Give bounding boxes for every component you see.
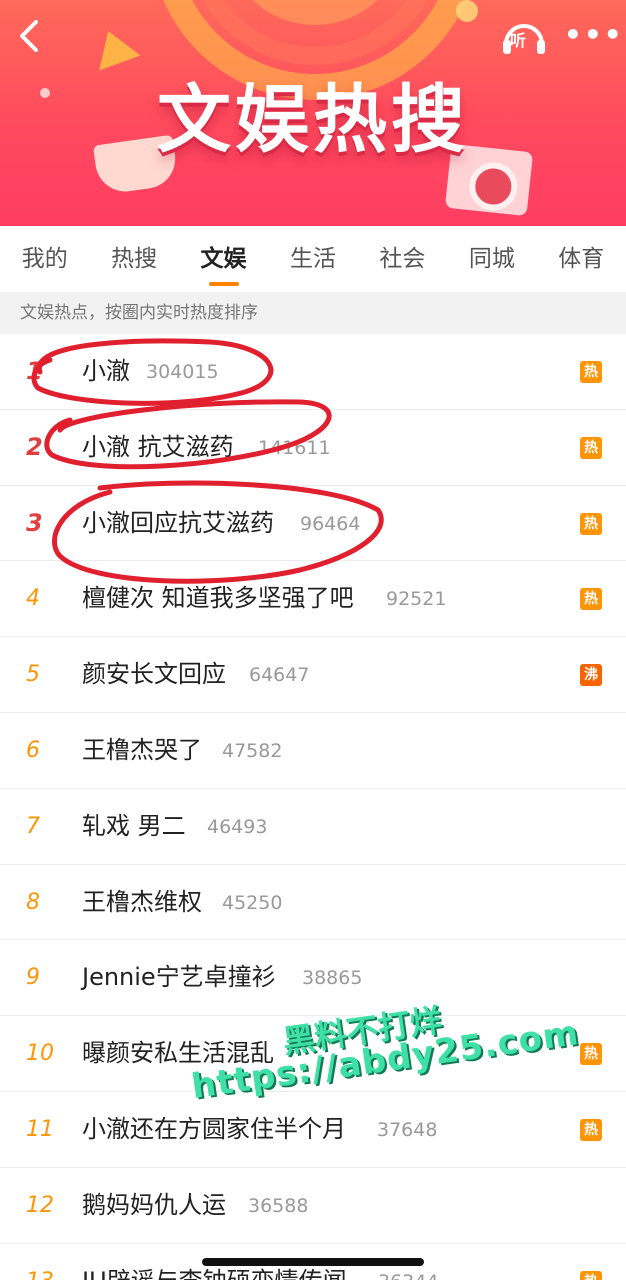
rank-number: 12 (26, 1192, 54, 1218)
tab-mine[interactable]: 我的 (0, 226, 89, 292)
topic-title: 小澈回应抗艾滋药 (82, 508, 274, 537)
list-item[interactable]: 3 小澈回应抗艾滋药 96464 热 (0, 486, 626, 562)
listen-label: 听 (510, 31, 527, 50)
list-item[interactable]: 5 颜安长文回应 64647 沸 (0, 637, 626, 713)
rank-number: 10 (26, 1041, 54, 1067)
list-item[interactable]: 7 轧戏 男二 46493 (0, 789, 626, 865)
heat-count: 64647 (249, 664, 310, 687)
tab-entertainment[interactable]: 文娱 (179, 226, 268, 292)
list-item[interactable]: 8 王橹杰维权 45250 (0, 865, 626, 941)
back-arrow-icon (20, 20, 38, 52)
heat-count: 96464 (300, 512, 361, 535)
listen-button[interactable]: 听 (500, 14, 548, 60)
topic-title: 小澈 (82, 357, 130, 385)
rank-number: 6 (26, 737, 40, 763)
heat-count: 38865 (302, 967, 363, 990)
list-item[interactable]: 1 小澈 304015 热 (0, 334, 626, 410)
heat-count: 47582 (222, 739, 283, 762)
list-item[interactable]: 12 鹅妈妈仇人运 36588 (0, 1168, 626, 1244)
topic-title: 小澈 抗艾滋药 (82, 432, 234, 461)
rank-number: 13 (26, 1244, 66, 1280)
hot-badge: 热 (580, 1270, 602, 1280)
tab-local[interactable]: 同城 (447, 226, 536, 292)
rank-number: 8 (26, 889, 40, 915)
rank-number: 3 (26, 508, 43, 537)
hot-badge: 热 (580, 436, 602, 459)
topic-title: Jennie宁艺卓撞衫 (82, 963, 276, 992)
rank-number: 7 (26, 813, 40, 839)
heat-count: 46493 (207, 815, 268, 838)
hot-badge: 热 (580, 512, 602, 535)
tab-society[interactable]: 社会 (358, 226, 447, 292)
hot-search-list: 1 小澈 304015 热 2 小澈 抗艾滋药 141611 热 3 小澈回应抗… (0, 334, 626, 1280)
tab-hot-search[interactable]: 热搜 (89, 226, 178, 292)
heat-count: 304015 (146, 361, 219, 383)
home-indicator[interactable] (202, 1258, 424, 1266)
rank-number: 11 (26, 1116, 54, 1142)
section-subtitle: 文娱热点，按圈内实时热度排序 (0, 292, 626, 334)
category-tabs: 我的 热搜 文娱 生活 社会 同城 体育 (0, 226, 626, 292)
active-tab-indicator (208, 282, 239, 286)
list-item[interactable]: 11 小澈还在方圆家住半个月 37648 热 (0, 1092, 626, 1168)
hot-badge: 热 (580, 1043, 602, 1066)
tab-label: 社会 (379, 246, 426, 272)
tab-label: 同城 (468, 246, 515, 272)
tab-label: 我的 (21, 246, 68, 272)
more-options-button[interactable]: ••• (564, 20, 622, 50)
topic-title: 檀健次 知道我多坚强了吧 (82, 584, 354, 613)
topic-title: 王橹杰哭了 (82, 735, 202, 764)
hot-badge: 热 (580, 1118, 602, 1141)
back-button[interactable] (10, 14, 50, 58)
rank-number: 2 (26, 432, 43, 461)
banner-title: 文娱热搜 (157, 77, 469, 163)
list-item[interactable]: 6 王橹杰哭了 47582 (0, 713, 626, 789)
list-item[interactable]: 9 Jennie宁艺卓撞衫 38865 (0, 940, 626, 1017)
rank-number: 9 (26, 965, 40, 991)
heat-count: 37648 (377, 1118, 438, 1141)
tab-label: 体育 (558, 246, 605, 272)
hot-badge: 热 (580, 588, 602, 611)
heat-count: 92521 (386, 588, 447, 611)
heat-count: 141611 (258, 436, 331, 459)
hot-badge: 热 (580, 361, 602, 383)
tab-label: 文娱 (200, 246, 247, 272)
list-item[interactable]: 2 小澈 抗艾滋药 141611 热 (0, 410, 626, 486)
topic-title: 王橹杰维权 (82, 887, 202, 916)
rank-number: 1 (26, 357, 43, 385)
tab-sports[interactable]: 体育 (537, 226, 626, 292)
topic-title: 轧戏 男二 (82, 811, 186, 840)
rank-number: 4 (26, 586, 40, 612)
heat-count: 45250 (222, 891, 283, 914)
tab-label: 热搜 (111, 246, 158, 272)
banner-decoration (456, 0, 478, 22)
topic-title: 颜安长文回应 (82, 660, 226, 689)
tab-life[interactable]: 生活 (268, 226, 357, 292)
banner: 文娱热搜 听 ••• (0, 0, 626, 226)
topic-title: 鹅妈妈仇人运 (82, 1190, 226, 1219)
list-item[interactable]: 4 檀健次 知道我多坚强了吧 92521 热 (0, 561, 626, 638)
rank-number: 5 (26, 662, 40, 688)
boiling-badge: 沸 (580, 664, 602, 687)
heat-count: 36588 (248, 1194, 309, 1217)
tab-label: 生活 (289, 246, 336, 272)
